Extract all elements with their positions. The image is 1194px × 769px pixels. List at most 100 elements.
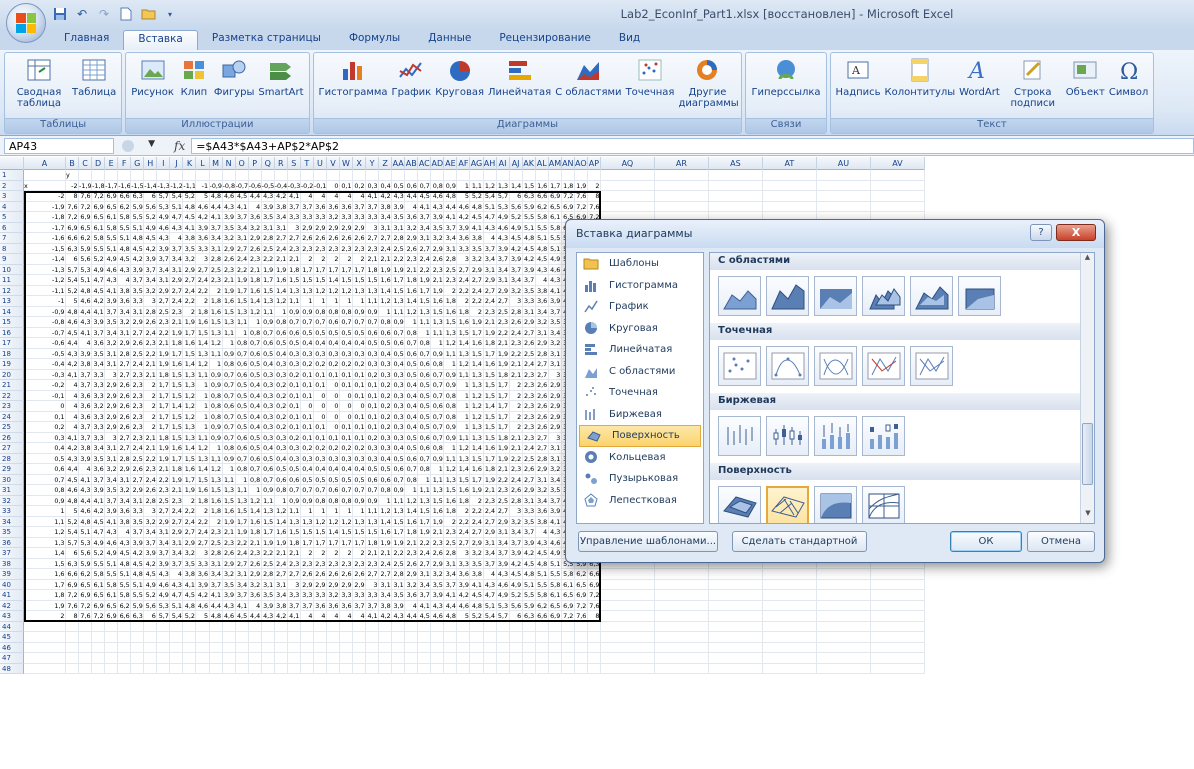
cell-Q22[interactable]: 0,3 (261, 390, 275, 401)
cell-B48[interactable] (66, 663, 80, 674)
cell-AF31[interactable]: 1,6 (457, 485, 471, 496)
cell-AA7[interactable]: 2,8 (392, 233, 406, 244)
cell-Y32[interactable]: 0,9 (366, 495, 380, 506)
row-header-40[interactable]: 40 (0, 579, 24, 590)
cell-I9[interactable]: 3,7 (157, 254, 171, 265)
cell-X27[interactable]: 0,2 (353, 443, 367, 454)
cell-U29[interactable]: 0,4 (313, 464, 327, 475)
cell-AD10[interactable]: 2,3 (431, 264, 445, 275)
cell-AG30[interactable]: 1,7 (470, 474, 484, 485)
cell-AD2[interactable]: 0,8 (431, 180, 445, 191)
cell-C15[interactable]: 4,3 (79, 317, 93, 328)
cell-extra-2-45[interactable] (708, 632, 763, 643)
cell-AB5[interactable]: 3,6 (405, 212, 419, 223)
cell-AK47[interactable] (522, 653, 536, 664)
cell-AB31[interactable]: 1 (405, 485, 419, 496)
cell-AM21[interactable]: 2,9 (548, 380, 562, 391)
cell-T39[interactable]: 2,6 (300, 569, 314, 580)
cell-A20[interactable]: -0,3 (24, 369, 66, 380)
cell-AC22[interactable]: 0,5 (418, 390, 432, 401)
cell-U30[interactable]: 0,5 (313, 474, 327, 485)
cell-A3[interactable]: -2 (24, 191, 66, 202)
ribbon-button-2-2[interactable]: Круговая (433, 55, 486, 98)
cell-S17[interactable]: 0,5 (287, 338, 301, 349)
cell-D15[interactable]: 3,9 (92, 317, 106, 328)
cell-T14[interactable]: 0,9 (300, 306, 314, 317)
cell-AF6[interactable]: 3,9 (457, 222, 471, 233)
cell-AJ43[interactable]: 6 (509, 611, 523, 622)
cell-W3[interactable]: 4 (339, 191, 354, 202)
cell-extra-5-3[interactable] (870, 191, 925, 202)
cell-J25[interactable]: 1,5 (170, 422, 184, 433)
cell-AC23[interactable]: 0,5 (418, 401, 432, 412)
row-header-34[interactable]: 34 (0, 516, 24, 527)
cell-AE13[interactable]: 1,8 (444, 296, 458, 307)
cell-J8[interactable]: 3,7 (170, 243, 184, 254)
cell-L17[interactable]: 1,4 (196, 338, 210, 349)
cell-AD14[interactable]: 1,5 (431, 306, 445, 317)
cell-AD18[interactable]: 0,9 (431, 348, 445, 359)
cell-Q41[interactable]: 3,5 (261, 590, 275, 601)
cell-AG2[interactable]: 1,1 (470, 180, 484, 191)
cell-AH43[interactable]: 5,4 (483, 611, 497, 622)
cell-AE42[interactable]: 4,4 (444, 600, 458, 611)
cell-AD33[interactable]: 1,6 (431, 506, 445, 517)
cell-AH11[interactable]: 2,9 (483, 275, 497, 286)
cell-W10[interactable]: 1,7 (339, 264, 354, 275)
cell-G43[interactable]: 6,3 (131, 611, 145, 622)
cell-A29[interactable]: 0,6 (24, 464, 66, 475)
chart-category-4[interactable]: Линейчатая (577, 339, 703, 361)
cell-Z6[interactable]: 3,1 (379, 222, 393, 233)
cell-C33[interactable]: 4,6 (79, 506, 93, 517)
cell-K32[interactable]: 2 (183, 495, 197, 506)
cell-V8[interactable]: 2,3 (326, 243, 340, 254)
cell-extra-0-48[interactable] (600, 663, 655, 674)
cell-C39[interactable]: 6,2 (79, 569, 93, 580)
cell-T18[interactable]: 0,3 (300, 348, 314, 359)
cell-AM23[interactable]: 2,9 (548, 401, 562, 412)
cell-AI24[interactable]: 1,7 (496, 411, 510, 422)
cell-V9[interactable]: 2 (326, 254, 340, 265)
cell-P47[interactable] (248, 653, 262, 664)
cell-N47[interactable] (222, 653, 236, 664)
cell-Q15[interactable]: 0,9 (261, 317, 275, 328)
cell-AL10[interactable]: 4,3 (535, 264, 549, 275)
cell-AD29[interactable]: 1 (431, 464, 445, 475)
cell-E13[interactable]: 3,9 (105, 296, 119, 307)
cell-A44[interactable] (24, 621, 66, 632)
cell-O21[interactable]: 0,5 (235, 380, 249, 391)
cell-B31[interactable]: 4,6 (66, 485, 80, 496)
row-header-45[interactable]: 45 (0, 632, 24, 643)
cell-B37[interactable]: 6 (66, 548, 80, 559)
cell-A7[interactable]: -1,6 (24, 233, 66, 244)
cell-A11[interactable]: -1,2 (24, 275, 66, 286)
cell-O32[interactable]: 1,3 (235, 495, 249, 506)
cell-AE16[interactable]: 1,3 (444, 327, 458, 338)
cell-K5[interactable]: 4,5 (183, 212, 197, 223)
cell-T21[interactable]: 0,1 (300, 380, 314, 391)
cell-AL30[interactable]: 3,1 (535, 474, 549, 485)
column-header-Y[interactable]: Y (366, 157, 380, 170)
cell-AL46[interactable] (535, 642, 549, 653)
cell-extra-4-2[interactable] (816, 180, 871, 191)
cell-T24[interactable]: 0,1 (300, 411, 314, 422)
cell-AL7[interactable]: 5,1 (535, 233, 549, 244)
cell-N33[interactable]: 1,6 (222, 506, 236, 517)
cell-AJ25[interactable]: 2 (509, 422, 523, 433)
cell-T17[interactable]: 0,4 (300, 338, 314, 349)
cell-V18[interactable]: 0,3 (326, 348, 340, 359)
cell-N20[interactable]: 0,7 (222, 369, 236, 380)
cell-I44[interactable] (157, 621, 171, 632)
cell-P8[interactable]: 2,6 (248, 243, 262, 254)
row-header-21[interactable]: 21 (0, 380, 24, 391)
cell-AL25[interactable]: 2,6 (535, 422, 549, 433)
cell-M37[interactable]: 2,8 (209, 548, 223, 559)
cell-N45[interactable] (222, 632, 236, 643)
cell-X17[interactable]: 0,4 (353, 338, 367, 349)
cell-W25[interactable]: 0,1 (339, 422, 354, 433)
cell-U36[interactable]: 1,7 (313, 537, 327, 548)
cell-W37[interactable]: 2 (339, 548, 354, 559)
cell-S3[interactable]: 4,1 (287, 191, 301, 202)
cell-AB4[interactable]: 4 (405, 201, 419, 212)
cell-AG43[interactable]: 5,2 (470, 611, 484, 622)
